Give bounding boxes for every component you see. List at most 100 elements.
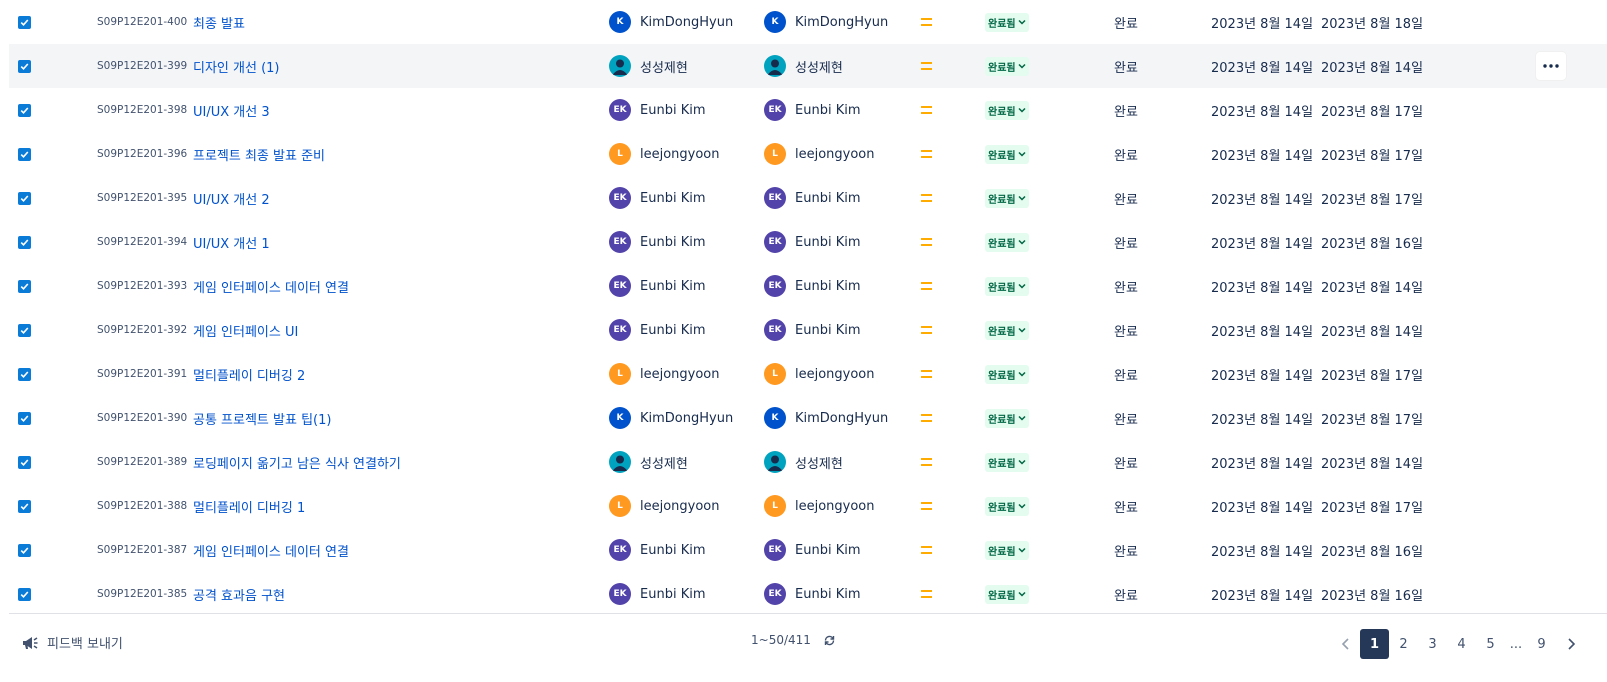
page-button[interactable]: 3: [1418, 629, 1447, 659]
reporter[interactable]: EK Eunbi Kim: [764, 572, 861, 616]
page-button[interactable]: 4: [1447, 629, 1476, 659]
issue-summary-link[interactable]: 디자인 개선 (1): [193, 57, 279, 76]
next-page-button[interactable]: [1556, 629, 1585, 659]
assignee[interactable]: K KimDongHyun: [609, 396, 733, 440]
page-button[interactable]: 9: [1527, 629, 1556, 659]
reporter[interactable]: K KimDongHyun: [764, 396, 888, 440]
assignee[interactable]: 성성제현: [609, 440, 688, 484]
row-checkbox[interactable]: [18, 15, 31, 29]
table-row[interactable]: S09P12E201-398 UI/UX 개선 3 EK Eunbi Kim EK Eun…: [9, 88, 1607, 132]
assignee[interactable]: K KimDongHyun: [609, 0, 733, 44]
issue-summary-link[interactable]: 최종 발표: [193, 13, 245, 32]
reporter[interactable]: 성성제현: [764, 44, 843, 88]
issue-summary-link[interactable]: 로딩페이지 옮기고 남은 식사 연결하기: [193, 453, 401, 472]
issue-key[interactable]: S09P12E201-388: [97, 500, 187, 512]
table-row[interactable]: S09P12E201-390 공통 프로젝트 발표 팁(1) K KimDongHyu…: [9, 396, 1607, 440]
assignee[interactable]: EK Eunbi Kim: [609, 88, 706, 132]
table-row[interactable]: S09P12E201-400 최종 발표 K KimDongHyun K KimDongH…: [9, 0, 1607, 44]
reporter[interactable]: Lleejongyoon: [764, 352, 875, 396]
reporter[interactable]: 성성제현: [764, 440, 843, 484]
issue-summary-link[interactable]: 멀티플레이 디버깅 2: [193, 365, 305, 384]
table-row[interactable]: S09P12E201-394 UI/UX 개선 1 EK Eunbi Kim EK Eun…: [9, 220, 1607, 264]
row-checkbox[interactable]: [18, 235, 31, 249]
assignee[interactable]: Lleejongyoon: [609, 132, 720, 176]
assignee[interactable]: EK Eunbi Kim: [609, 176, 706, 220]
row-checkbox[interactable]: [18, 367, 31, 381]
issue-key[interactable]: S09P12E201-400: [97, 16, 187, 28]
status-dropdown[interactable]: 완료됨: [985, 408, 1029, 428]
status-dropdown[interactable]: 완료됨: [985, 320, 1029, 340]
page-button[interactable]: 2: [1389, 629, 1418, 659]
table-row[interactable]: S09P12E201-395 UI/UX 개선 2 EK Eunbi Kim EK Eun…: [9, 176, 1607, 220]
table-row[interactable]: S09P12E201-385 공격 효과음 구현 EK Eunbi Kim EK Eunb…: [9, 572, 1607, 616]
issue-summary-link[interactable]: 게임 인터페이스 데이터 연결: [193, 277, 349, 296]
table-row[interactable]: S09P12E201-396 프로젝트 최종 발표 준비 Lleejongyoon L…: [9, 132, 1607, 176]
issue-summary-link[interactable]: UI/UX 개선 3: [193, 101, 270, 120]
issue-summary-link[interactable]: 게임 인터페이스 UI: [193, 321, 298, 340]
issue-summary-link[interactable]: UI/UX 개선 1: [193, 233, 270, 252]
refresh-icon[interactable]: [823, 634, 836, 647]
issue-key[interactable]: S09P12E201-396: [97, 148, 187, 160]
status-dropdown[interactable]: 완료됨: [985, 364, 1029, 384]
assignee[interactable]: EK Eunbi Kim: [609, 220, 706, 264]
issue-key[interactable]: S09P12E201-390: [97, 412, 187, 424]
reporter[interactable]: K KimDongHyun: [764, 0, 888, 44]
status-dropdown[interactable]: 완료됨: [985, 100, 1029, 120]
status-dropdown[interactable]: 완료됨: [985, 496, 1029, 516]
page-button[interactable]: 5: [1476, 629, 1505, 659]
feedback-button[interactable]: 피드백 보내기: [21, 633, 123, 652]
issue-key[interactable]: S09P12E201-391: [97, 368, 187, 380]
status-dropdown[interactable]: 완료됨: [985, 232, 1029, 252]
issue-summary-link[interactable]: 멀티플레이 디버깅 1: [193, 497, 305, 516]
status-dropdown[interactable]: 완료됨: [985, 144, 1029, 164]
table-row[interactable]: S09P12E201-387 게임 인터페이스 데이터 연결 EK Eunbi Kim…: [9, 528, 1607, 572]
prev-page-button[interactable]: [1331, 629, 1360, 659]
issue-key[interactable]: S09P12E201-389: [97, 456, 187, 468]
assignee[interactable]: EK Eunbi Kim: [609, 528, 706, 572]
row-checkbox[interactable]: [18, 411, 31, 425]
reporter[interactable]: EK Eunbi Kim: [764, 308, 861, 352]
row-checkbox[interactable]: [18, 587, 31, 601]
issue-key[interactable]: S09P12E201-394: [97, 236, 187, 248]
status-dropdown[interactable]: 완료됨: [985, 56, 1029, 76]
issue-summary-link[interactable]: 프로젝트 최종 발표 준비: [193, 145, 325, 164]
status-dropdown[interactable]: 완료됨: [985, 584, 1029, 604]
status-dropdown[interactable]: 완료됨: [985, 276, 1029, 296]
issue-summary-link[interactable]: 게임 인터페이스 데이터 연결: [193, 541, 349, 560]
status-dropdown[interactable]: 완료됨: [985, 12, 1029, 32]
more-actions-button[interactable]: [1536, 52, 1566, 80]
table-row[interactable]: S09P12E201-392 게임 인터페이스 UI EK Eunbi Kim EK Eu…: [9, 308, 1607, 352]
status-dropdown[interactable]: 완료됨: [985, 188, 1029, 208]
issue-key[interactable]: S09P12E201-393: [97, 280, 187, 292]
issue-key[interactable]: S09P12E201-385: [97, 588, 187, 600]
table-row[interactable]: S09P12E201-391 멀티플레이 디버깅 2 Lleejongyoon Lle…: [9, 352, 1607, 396]
row-checkbox[interactable]: [18, 499, 31, 513]
issue-summary-link[interactable]: UI/UX 개선 2: [193, 189, 270, 208]
reporter[interactable]: EK Eunbi Kim: [764, 264, 861, 308]
table-row[interactable]: S09P12E201-393 게임 인터페이스 데이터 연결 EK Eunbi Kim…: [9, 264, 1607, 308]
issue-summary-link[interactable]: 공통 프로젝트 발표 팁(1): [193, 409, 331, 428]
reporter[interactable]: EK Eunbi Kim: [764, 176, 861, 220]
reporter[interactable]: EK Eunbi Kim: [764, 220, 861, 264]
row-checkbox[interactable]: [18, 455, 31, 469]
assignee[interactable]: Lleejongyoon: [609, 484, 720, 528]
status-dropdown[interactable]: 완료됨: [985, 540, 1029, 560]
table-row[interactable]: S09P12E201-399 디자인 개선 (1) 성성제현 성성제현 완료됨 완료 202…: [9, 44, 1607, 88]
reporter[interactable]: Lleejongyoon: [764, 132, 875, 176]
table-row[interactable]: S09P12E201-388 멀티플레이 디버깅 1 Lleejongyoon Lle…: [9, 484, 1607, 528]
issue-key[interactable]: S09P12E201-392: [97, 324, 187, 336]
reporter[interactable]: EK Eunbi Kim: [764, 528, 861, 572]
assignee[interactable]: EK Eunbi Kim: [609, 572, 706, 616]
row-checkbox[interactable]: [18, 147, 31, 161]
status-dropdown[interactable]: 완료됨: [985, 452, 1029, 472]
table-row[interactable]: S09P12E201-389 로딩페이지 옮기고 남은 식사 연결하기 성성제현 성성…: [9, 440, 1607, 484]
row-checkbox[interactable]: [18, 191, 31, 205]
row-checkbox[interactable]: [18, 59, 31, 73]
reporter[interactable]: EK Eunbi Kim: [764, 88, 861, 132]
issue-key[interactable]: S09P12E201-387: [97, 544, 187, 556]
page-button[interactable]: 1: [1360, 629, 1389, 659]
assignee[interactable]: EK Eunbi Kim: [609, 308, 706, 352]
assignee[interactable]: EK Eunbi Kim: [609, 264, 706, 308]
row-checkbox[interactable]: [18, 323, 31, 337]
issue-key[interactable]: S09P12E201-398: [97, 104, 187, 116]
